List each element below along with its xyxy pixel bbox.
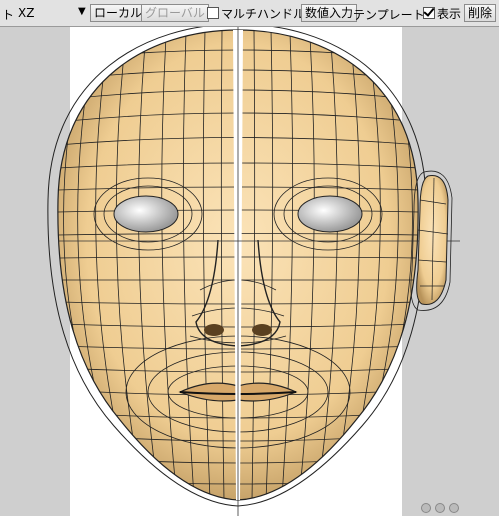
chevron-down-icon[interactable]: ▼ xyxy=(78,6,86,17)
delete-button[interactable]: 削除 xyxy=(464,4,497,22)
right-eye xyxy=(297,195,363,233)
dot-icon xyxy=(449,503,459,513)
toolbar: ト XZ ▼ ローカル グローバル マルチハンドル 数値入力 テンプレート 表示… xyxy=(0,0,499,27)
right-nostril xyxy=(252,324,272,336)
plane-select[interactable]: XZ xyxy=(18,6,34,20)
show-checkbox[interactable]: 表示 xyxy=(423,5,461,22)
global-button[interactable]: グローバル xyxy=(141,4,209,22)
local-button[interactable]: ローカル xyxy=(90,4,147,22)
window-controls xyxy=(417,502,459,516)
left-eye xyxy=(113,195,179,233)
dot-icon xyxy=(421,503,431,513)
truncated-label: ト xyxy=(2,8,15,22)
checkmark-icon[interactable] xyxy=(423,7,435,19)
multi-handle-label: マルチハンドル xyxy=(221,7,306,21)
template-label: テンプレート xyxy=(353,8,425,22)
left-nostril xyxy=(204,324,224,336)
checkbox-icon[interactable] xyxy=(207,7,219,19)
multi-handle-checkbox[interactable]: マルチハンドル xyxy=(207,5,305,22)
dot-icon xyxy=(435,503,445,513)
show-label: 表示 xyxy=(437,7,462,21)
modeling-viewport[interactable] xyxy=(0,27,499,516)
numeric-input-button[interactable]: 数値入力 xyxy=(301,4,358,22)
